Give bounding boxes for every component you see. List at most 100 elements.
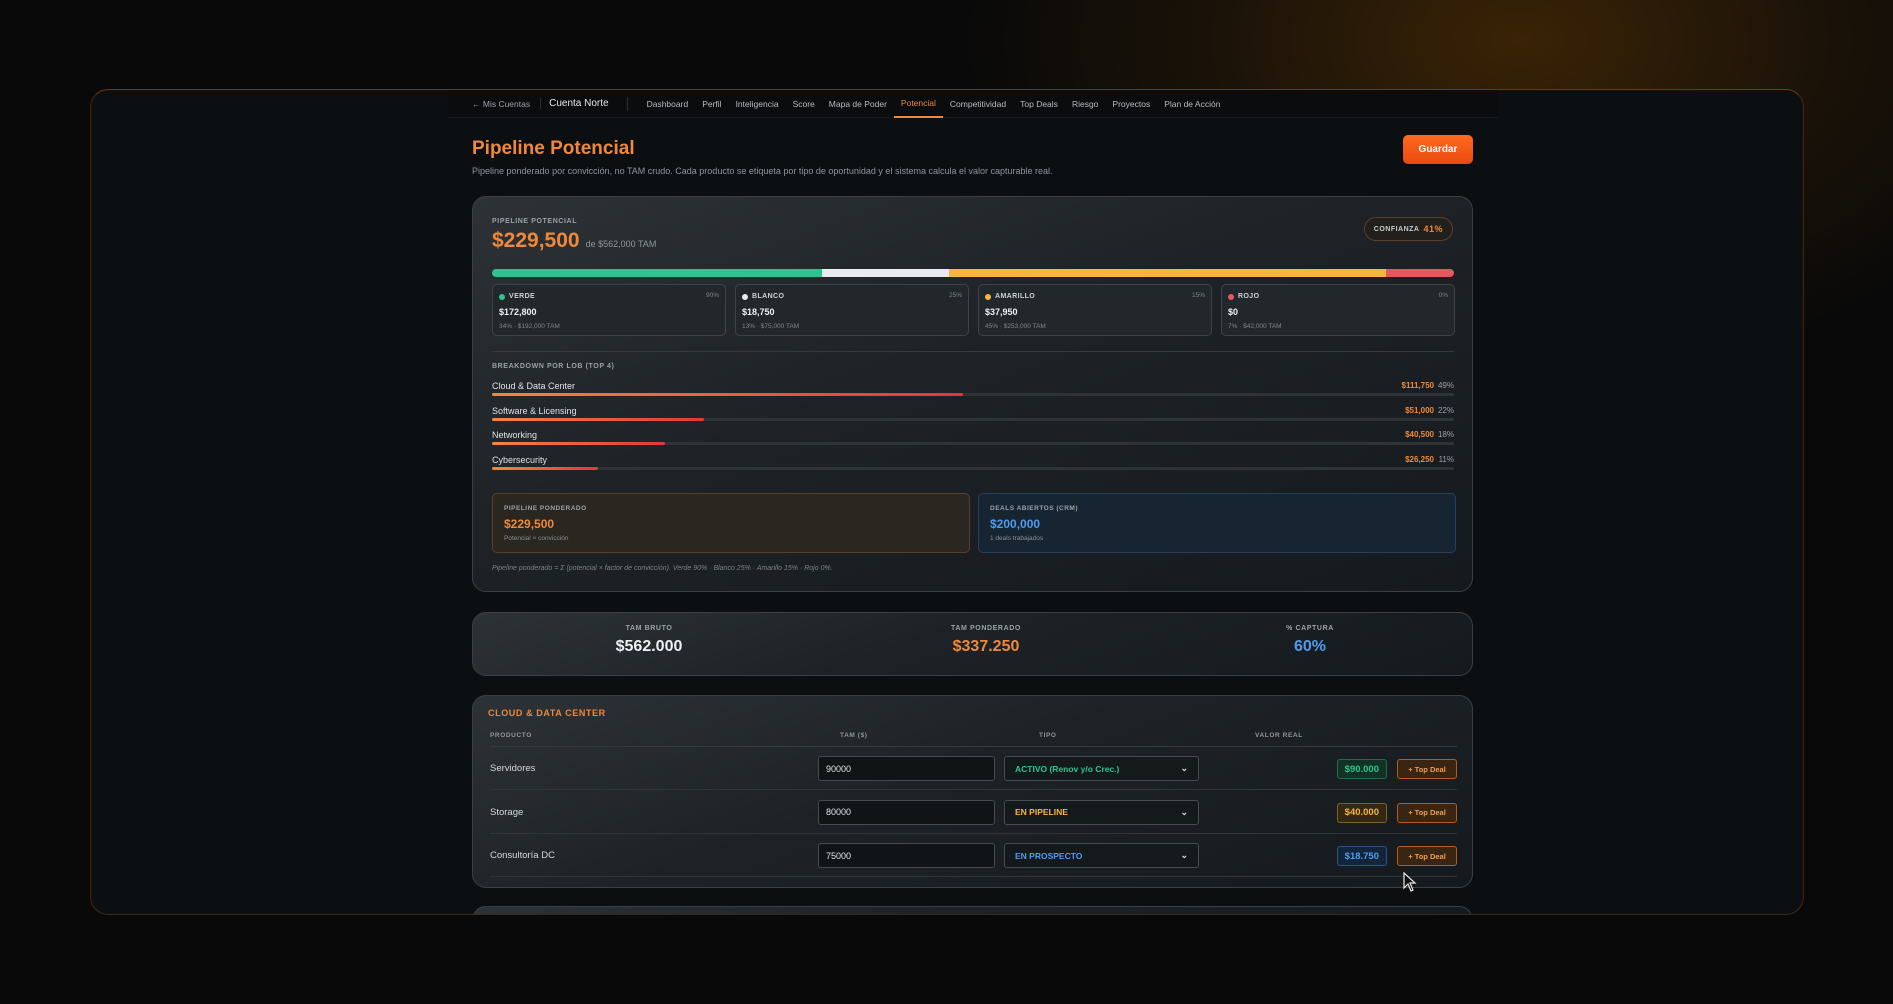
status-dot-icon: [1228, 293, 1234, 300]
conviction-segment: [1385, 269, 1454, 277]
confidence-label: CONFIANZA: [1373, 225, 1420, 233]
section-title: CLOUD & DATA CENTER: [488, 708, 606, 718]
product-row: Storage EN PIPELINE ⌄ $40.000 + Top Deal: [490, 791, 1457, 834]
real-value-badge: $40.000: [1336, 802, 1387, 823]
bucket-name: VERDE: [499, 293, 535, 300]
bucket-name: ROJO: [1228, 293, 1259, 300]
tam-ponderado-label: TAM PONDERADO: [951, 625, 1021, 632]
page-title: Pipeline Potencial: [472, 138, 635, 159]
bucket-label: ROJO: [1238, 293, 1260, 300]
lob-name: Software & Licensing: [492, 405, 577, 416]
lob-percent: 22%: [1437, 405, 1454, 415]
product-name: Consultoría DC: [490, 850, 555, 861]
weighted-pipeline-label: PIPELINE PONDERADO: [504, 505, 587, 512]
open-deals-box: DEALS ABIERTOS (CRM) $200,000 1 deals tr…: [978, 493, 1456, 553]
bucket-rojo: ROJO 0% $0 7% · $42,000 TAM: [1221, 284, 1455, 336]
bucket-factor: 15%: [1191, 292, 1205, 299]
bucket-name: AMARILLO: [985, 293, 1035, 300]
tab-bar: Dashboard Perfil Inteligencia Score Mapa de …: [640, 90, 1228, 118]
tab-score[interactable]: Score: [786, 90, 822, 118]
mouse-cursor-icon: [1403, 872, 1417, 892]
type-select[interactable]: EN PIPELINE ⌄: [1004, 799, 1199, 825]
bucket-detail: 13% · $75,000 TAM: [742, 323, 800, 330]
tab-plan-de-acci-n[interactable]: Plan de Acción: [1157, 90, 1227, 118]
lob-row: Software & Licensing $51,000 22%: [492, 406, 1454, 430]
pipeline-total: $229,500 de $562,000 TAM: [492, 229, 656, 253]
lob-value: $51,000: [1405, 405, 1434, 415]
lob-value: $40,500: [1405, 430, 1434, 439]
lob-breakdown-label: BREAKDOWN POR LOB (TOP 4): [492, 363, 615, 370]
tab-proyectos[interactable]: Proyectos: [1105, 90, 1157, 118]
type-select-value: ACTIVO (Renov y/o Crec.): [1015, 763, 1120, 774]
lob-bar-fill: [492, 417, 704, 421]
tam-input[interactable]: [818, 756, 995, 781]
type-select-value: EN PROSPECTO: [1015, 850, 1083, 861]
bucket-verde: VERDE 90% $172,800 34% · $192,000 TAM: [492, 284, 726, 336]
status-dot-icon: [742, 293, 748, 300]
product-name: Storage: [490, 806, 524, 818]
open-deals-label: DEALS ABIERTOS (CRM): [990, 505, 1078, 512]
bucket-factor: 25%: [948, 292, 962, 299]
lob-bar-fill: [492, 393, 964, 396]
back-to-accounts-link[interactable]: ← Mis Cuentas: [472, 99, 530, 109]
tab-dashboard[interactable]: Dashboard: [640, 90, 696, 118]
lob-value: $26,250: [1405, 454, 1434, 464]
page-subtitle: Pipeline ponderado por convicción, no TA…: [472, 166, 1053, 176]
lob-row: Networking $40,500 18%: [492, 430, 1454, 454]
lob-bar-track: [492, 466, 1454, 470]
capture-rate: % CAPTURA 60%: [1210, 625, 1410, 656]
bucket-amarillo: AMARILLO 15% $37,950 45% · $253,000 TAM: [978, 284, 1212, 336]
tam-summary-card: TAM BRUTO $562.000 TAM PONDERADO $337.25…: [472, 612, 1473, 676]
tab-mapa-de-poder[interactable]: Mapa de Poder: [822, 90, 894, 118]
lob-percent: 11%: [1438, 454, 1454, 464]
tam-ponderado-value: $337.250: [952, 638, 1020, 655]
confidence-badge: CONFIANZA 41%: [1363, 217, 1453, 241]
product-row: Consultoría DC EN PROSPECTO ⌄ $18.750 + T…: [490, 834, 1457, 877]
bucket-factor: 90%: [705, 292, 719, 299]
col-header-tam: TAM ($): [840, 732, 868, 739]
save-button[interactable]: Guardar: [1403, 135, 1473, 164]
tab-riesgo[interactable]: Riesgo: [1065, 90, 1105, 118]
conviction-segment: [948, 269, 1386, 277]
bucket-detail: 7% · $42,000 TAM: [1228, 323, 1282, 330]
weighted-pipeline-sub: Potencial × convicción: [504, 535, 569, 542]
bucket-value: $0: [1228, 307, 1239, 317]
conviction-stacked-bar: [492, 269, 1454, 277]
chevron-down-icon: ⌄: [1180, 850, 1188, 860]
tab-competitividad[interactable]: Competitividad: [943, 90, 1013, 118]
tam-bruto-value: $562.000: [615, 638, 683, 655]
bucket-name: BLANCO: [742, 293, 784, 300]
confidence-value: 41%: [1423, 224, 1443, 234]
bucket-value: $18,750: [742, 307, 775, 317]
open-deals-value: $200,000: [990, 517, 1041, 531]
type-select[interactable]: EN PROSPECTO ⌄: [1004, 843, 1199, 868]
app-content: ← Mis Cuentas Cuenta Norte Dashboard Perf…: [448, 90, 1498, 914]
add-top-deal-button[interactable]: + Top Deal: [1397, 802, 1457, 823]
weighted-pipeline-value: $229,500: [504, 517, 555, 531]
lob-percent: 49%: [1437, 381, 1454, 390]
next-section-card: [472, 906, 1473, 914]
capture-rate-value: 60%: [1293, 638, 1327, 655]
col-header-product: PRODUCTO: [490, 732, 532, 739]
tab-inteligencia[interactable]: Inteligencia: [729, 90, 786, 118]
real-value-badge: $18.750: [1336, 846, 1387, 866]
tam-input[interactable]: [818, 799, 995, 825]
lob-percent: 18%: [1437, 430, 1454, 439]
tab-top-deals[interactable]: Top Deals: [1013, 90, 1065, 118]
conviction-segment: [822, 269, 949, 277]
type-select[interactable]: ACTIVO (Renov y/o Crec.) ⌄: [1004, 756, 1199, 781]
add-top-deal-button[interactable]: + Top Deal: [1397, 759, 1457, 779]
tam-bruto: TAM BRUTO $562.000: [549, 625, 749, 656]
add-top-deal-button[interactable]: + Top Deal: [1397, 846, 1457, 866]
chevron-down-icon: ⌄: [1180, 763, 1188, 773]
capture-rate-label: % CAPTURA: [1286, 625, 1334, 632]
tab-potencial[interactable]: Potencial: [893, 90, 943, 118]
bucket-label: AMARILLO: [995, 293, 1036, 300]
chevron-down-icon: ⌄: [1180, 806, 1188, 817]
tab-perfil[interactable]: Perfil: [695, 90, 728, 118]
tam-input[interactable]: [818, 843, 995, 868]
tam-ponderado: TAM PONDERADO $337.250: [886, 625, 1086, 656]
top-navigation: ← Mis Cuentas Cuenta Norte Dashboard Perf…: [448, 90, 1498, 118]
col-header-type: TIPO: [1039, 732, 1057, 739]
lob-bar-track: [492, 417, 1454, 421]
